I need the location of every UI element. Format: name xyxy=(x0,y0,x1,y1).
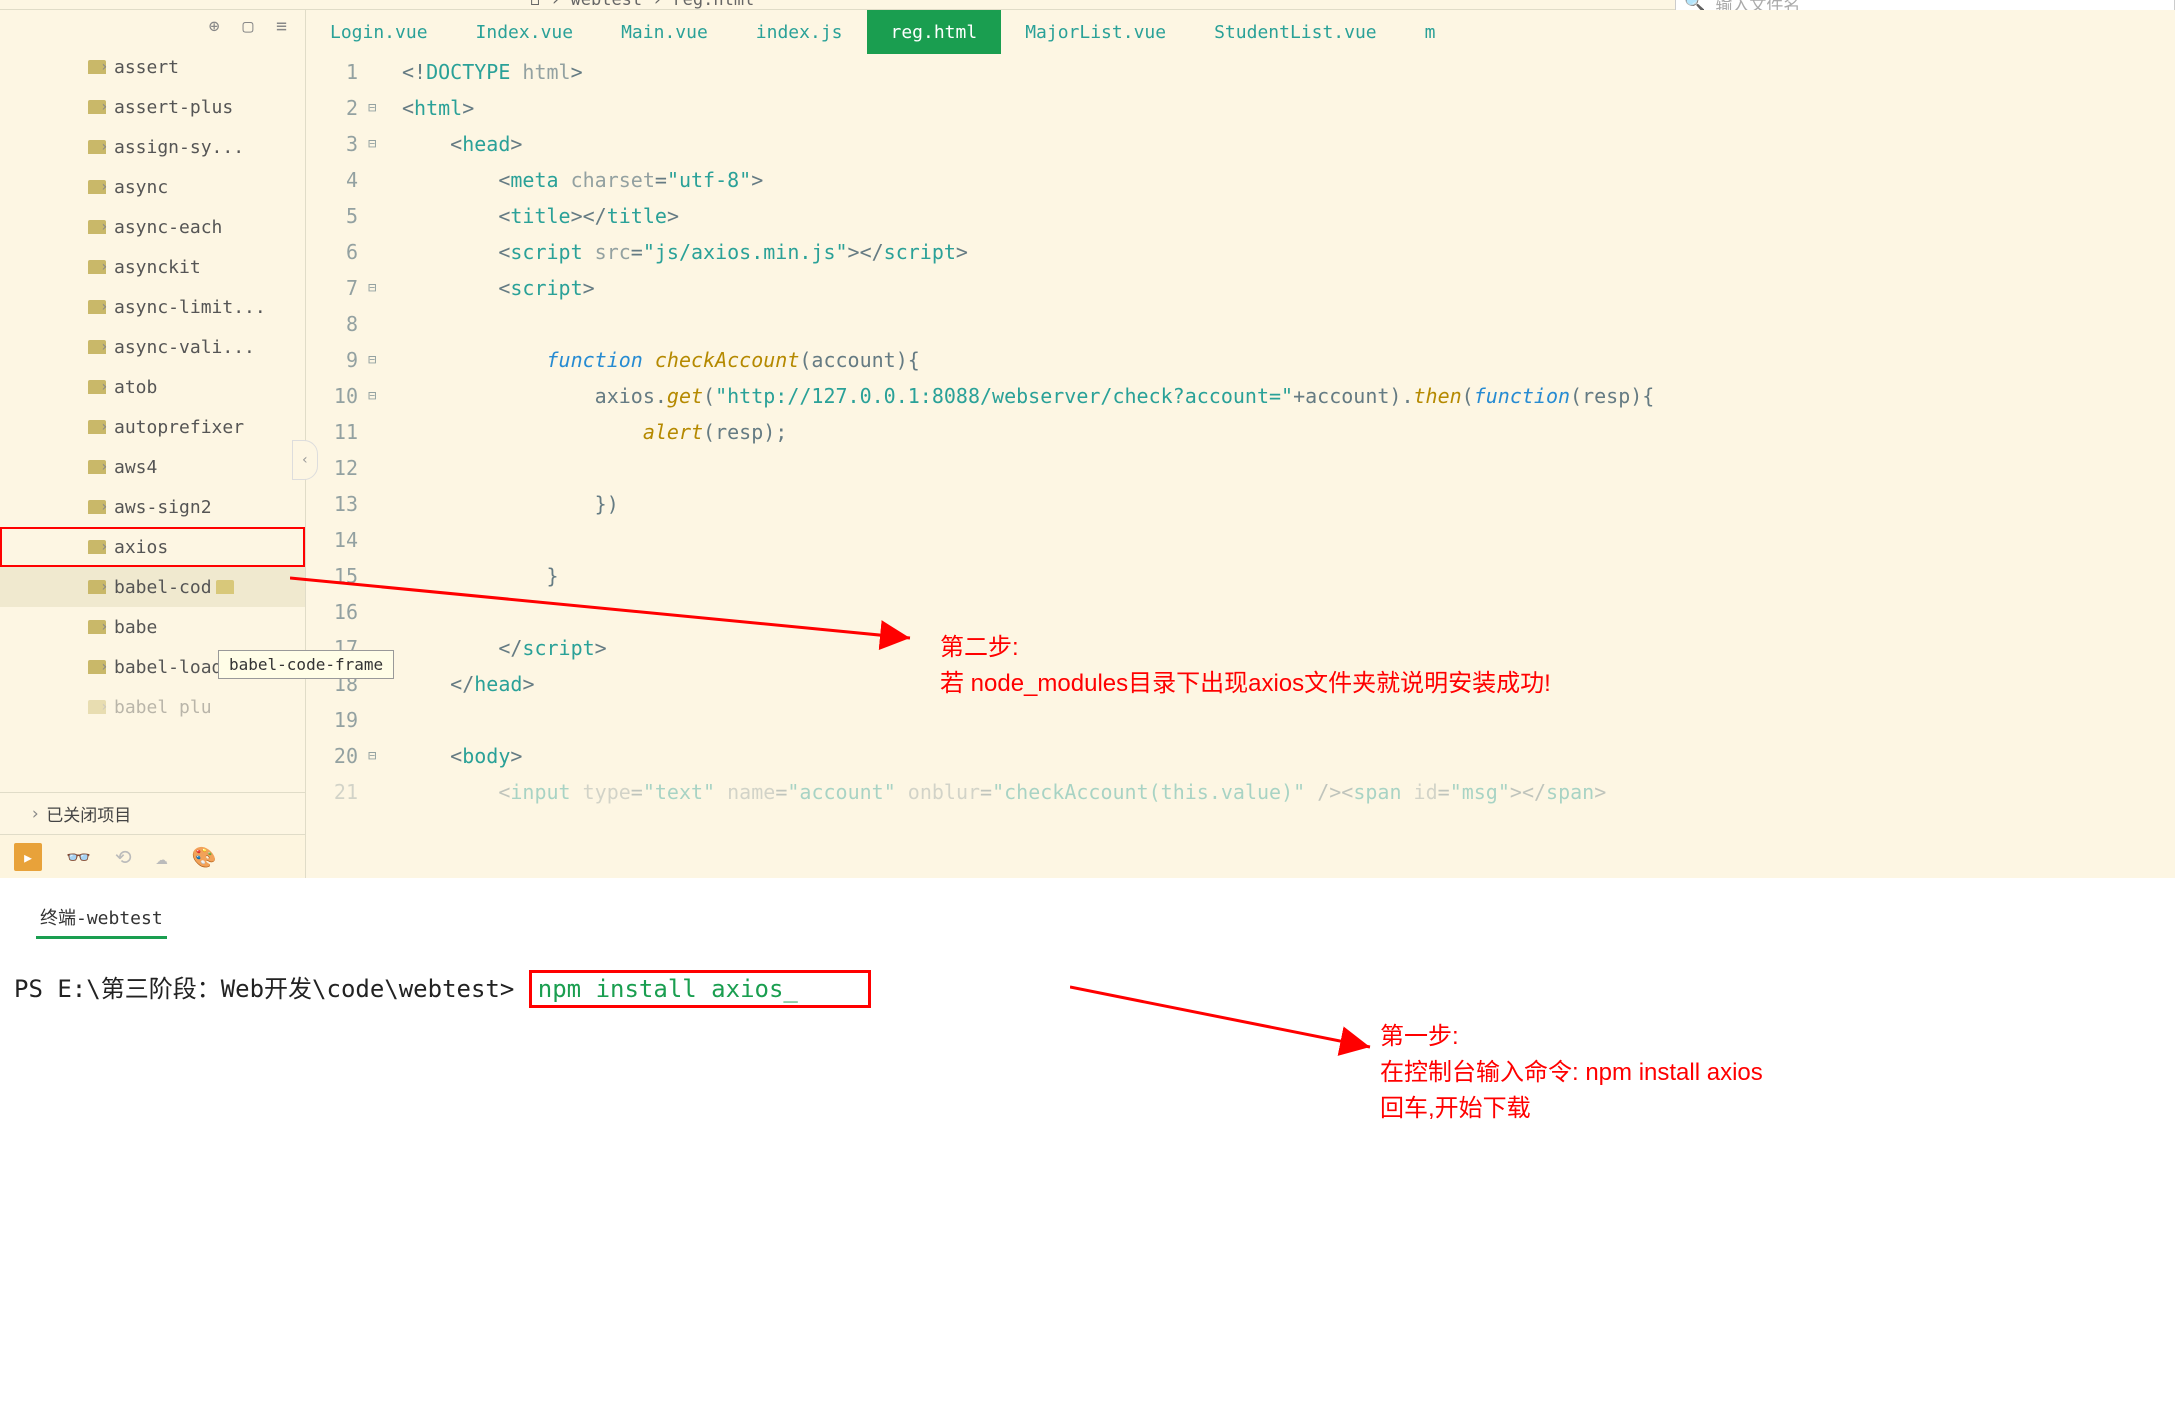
tree-item-babel-plugin[interactable]: ›babel plu xyxy=(0,687,305,727)
breadcrumb: ⌂ › webtest › reg.html xyxy=(530,0,754,10)
annotation-step1: 第一步: 在控制台输入命令: npm install axios 回车,开始下载 xyxy=(1380,1019,1763,1127)
sidebar: ⊕ ▢ ≡ ›assert ›assert-plus ›assign-sy...… xyxy=(0,10,306,878)
tooltip: babel-code-frame xyxy=(218,650,394,679)
editor-tabs: Login.vue Index.vue Main.vue index.js re… xyxy=(306,10,2175,54)
code-content[interactable]: <!DOCTYPE html> <html> <head> <meta char… xyxy=(392,54,2175,878)
file-tree[interactable]: ›assert ›assert-plus ›assign-sy... ›asyn… xyxy=(0,43,305,792)
code-editor[interactable]: 123456789101112131415161718192021 ⊟⊟⊟⊟⊟⊟… xyxy=(306,54,2175,878)
tree-item-async-validator[interactable]: ›async-vali... xyxy=(0,327,305,367)
tree-item-async-limiter[interactable]: ›async-limit... xyxy=(0,287,305,327)
tree-item-babel-core[interactable]: ›babe xyxy=(0,607,305,647)
sidebar-collapse-button[interactable]: ‹ xyxy=(292,440,318,480)
target-icon[interactable]: ⊕ xyxy=(209,16,226,37)
sidebar-footer: ▸ 👓 ⟲ ☁ 🎨 xyxy=(0,834,305,878)
tab-index-js[interactable]: index.js xyxy=(732,10,867,54)
terminal-panel: 终端-webtest PS E:\第三阶段：Web开发\code\webtest… xyxy=(0,878,2175,1404)
binoculars-icon[interactable]: 👓 xyxy=(66,845,91,869)
closed-projects[interactable]: 已关闭项目 xyxy=(0,792,305,834)
tab-more[interactable]: m xyxy=(1401,10,1460,54)
tab-reg-html[interactable]: reg.html xyxy=(867,10,1002,54)
tree-item-aws4[interactable]: ›aws4 xyxy=(0,447,305,487)
fold-gutter[interactable]: ⊟⊟⊟⊟⊟⊟ xyxy=(368,54,392,878)
tree-item-axios[interactable]: ›axios xyxy=(0,527,305,567)
palette-icon[interactable]: 🎨 xyxy=(192,845,217,869)
collapse-icon[interactable]: ▢ xyxy=(242,16,259,37)
tab-index-vue[interactable]: Index.vue xyxy=(452,10,598,54)
tree-item-atob[interactable]: ›atob xyxy=(0,367,305,407)
top-toolbar: ⌂ › webtest › reg.html 🔍 输入文件名 xyxy=(0,0,2175,10)
breadcrumb-project[interactable]: webtest xyxy=(571,0,643,10)
tree-item-assert[interactable]: ›assert xyxy=(0,47,305,87)
tree-item-assign-symbols[interactable]: ›assign-sy... xyxy=(0,127,305,167)
tree-item-assert-plus[interactable]: ›assert-plus xyxy=(0,87,305,127)
tree-item-asynckit[interactable]: ›asynckit xyxy=(0,247,305,287)
terminal-body[interactable]: PS E:\第三阶段：Web开发\code\webtest> npm insta… xyxy=(0,939,2175,1038)
folder-view-icon[interactable]: ▸ xyxy=(14,843,42,871)
cloud-icon[interactable]: ☁ xyxy=(156,845,168,869)
terminal-tab[interactable]: 终端-webtest xyxy=(36,898,167,939)
tree-item-async-each[interactable]: ›async-each xyxy=(0,207,305,247)
terminal-prompt: PS E:\第三阶段：Web开发\code\webtest> xyxy=(14,975,529,1003)
tab-studentlist[interactable]: StudentList.vue xyxy=(1190,10,1401,54)
annotation-arrow-2 xyxy=(1070,979,1390,1059)
breadcrumb-file[interactable]: reg.html xyxy=(672,0,754,10)
tab-login[interactable]: Login.vue xyxy=(306,10,452,54)
sync-icon[interactable]: ⟲ xyxy=(115,845,132,869)
tree-item-autoprefixer[interactable]: ›autoprefixer xyxy=(0,407,305,447)
tree-item-async[interactable]: ›async xyxy=(0,167,305,207)
annotation-step2: 第二步: 若 node_modules目录下出现axios文件夹就说明安装成功! xyxy=(940,630,1551,702)
tree-item-aws-sign2[interactable]: ›aws-sign2 xyxy=(0,487,305,527)
menu-icon[interactable]: ≡ xyxy=(276,16,293,37)
tab-main[interactable]: Main.vue xyxy=(597,10,732,54)
tree-item-babel-code-frame[interactable]: ›babel-cod xyxy=(0,567,305,607)
terminal-command: npm install axios xyxy=(538,975,784,1003)
home-icon[interactable]: ⌂ xyxy=(530,0,540,10)
tab-majorlist[interactable]: MajorList.vue xyxy=(1001,10,1190,54)
sidebar-header-icons: ⊕ ▢ ≡ xyxy=(0,10,305,43)
